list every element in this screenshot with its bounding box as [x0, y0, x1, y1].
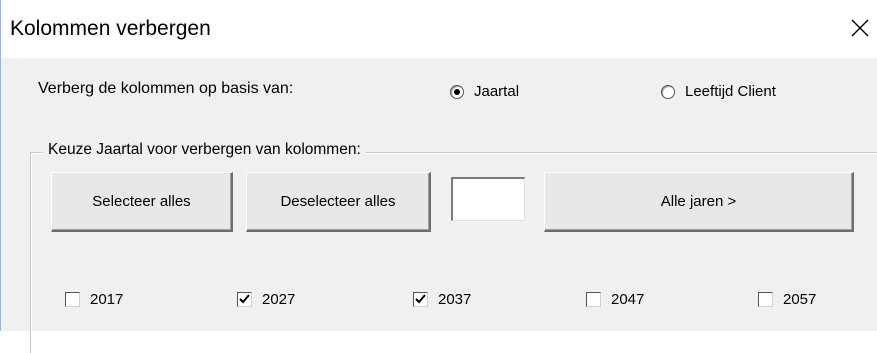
checkbox-label: 2027 [262, 291, 296, 308]
dialog-window: Kolommen verbergen Verberg de kolommen o… [0, 0, 877, 353]
checkbox-year-2017[interactable]: 2017 [65, 291, 123, 308]
radio-jaartal-label: Jaartal [474, 83, 520, 100]
checkbox-label: 2017 [90, 291, 124, 308]
radio-jaartal-indicator [450, 84, 464, 99]
checkbox-box [586, 292, 601, 307]
checkbox-year-2027[interactable]: 2027 [237, 291, 295, 308]
checkbox-label: 2057 [783, 291, 817, 308]
checkbox-year-2047[interactable]: 2047 [586, 291, 644, 308]
title-bar: Kolommen verbergen [1, 0, 877, 58]
frame-title: Keuze Jaartal voor verbergen van kolomme… [43, 141, 366, 159]
radio-leeftijd-client-indicator [661, 84, 675, 99]
deselect-all-button[interactable]: Deselecteer alles [246, 172, 431, 232]
checkmark-icon [415, 294, 426, 304]
checkbox-year-2037[interactable]: 2037 [413, 291, 471, 308]
year-input[interactable] [451, 177, 525, 221]
radio-leeftijd-client[interactable]: Leeftijd Client [661, 83, 776, 100]
checkbox-label: 2037 [438, 291, 472, 308]
close-icon [851, 19, 868, 37]
checkbox-box [237, 292, 252, 307]
select-all-button[interactable]: Selecteer alles [51, 172, 233, 232]
close-button[interactable] [841, 8, 877, 48]
radio-leeftijd-client-label: Leeftijd Client [685, 83, 776, 100]
checkmark-icon [239, 294, 250, 304]
checkbox-box [413, 292, 428, 307]
window-title: Kolommen verbergen [10, 17, 211, 40]
checkbox-box [65, 292, 80, 307]
all-years-button[interactable]: Alle jaren > [544, 172, 854, 232]
checkbox-label: 2047 [611, 291, 645, 308]
checkbox-year-2057[interactable]: 2057 [758, 291, 816, 308]
basis-label: Verberg de kolommen op basis van: [38, 80, 294, 97]
checkbox-box [758, 292, 773, 307]
radio-jaartal[interactable]: Jaartal [450, 83, 519, 100]
